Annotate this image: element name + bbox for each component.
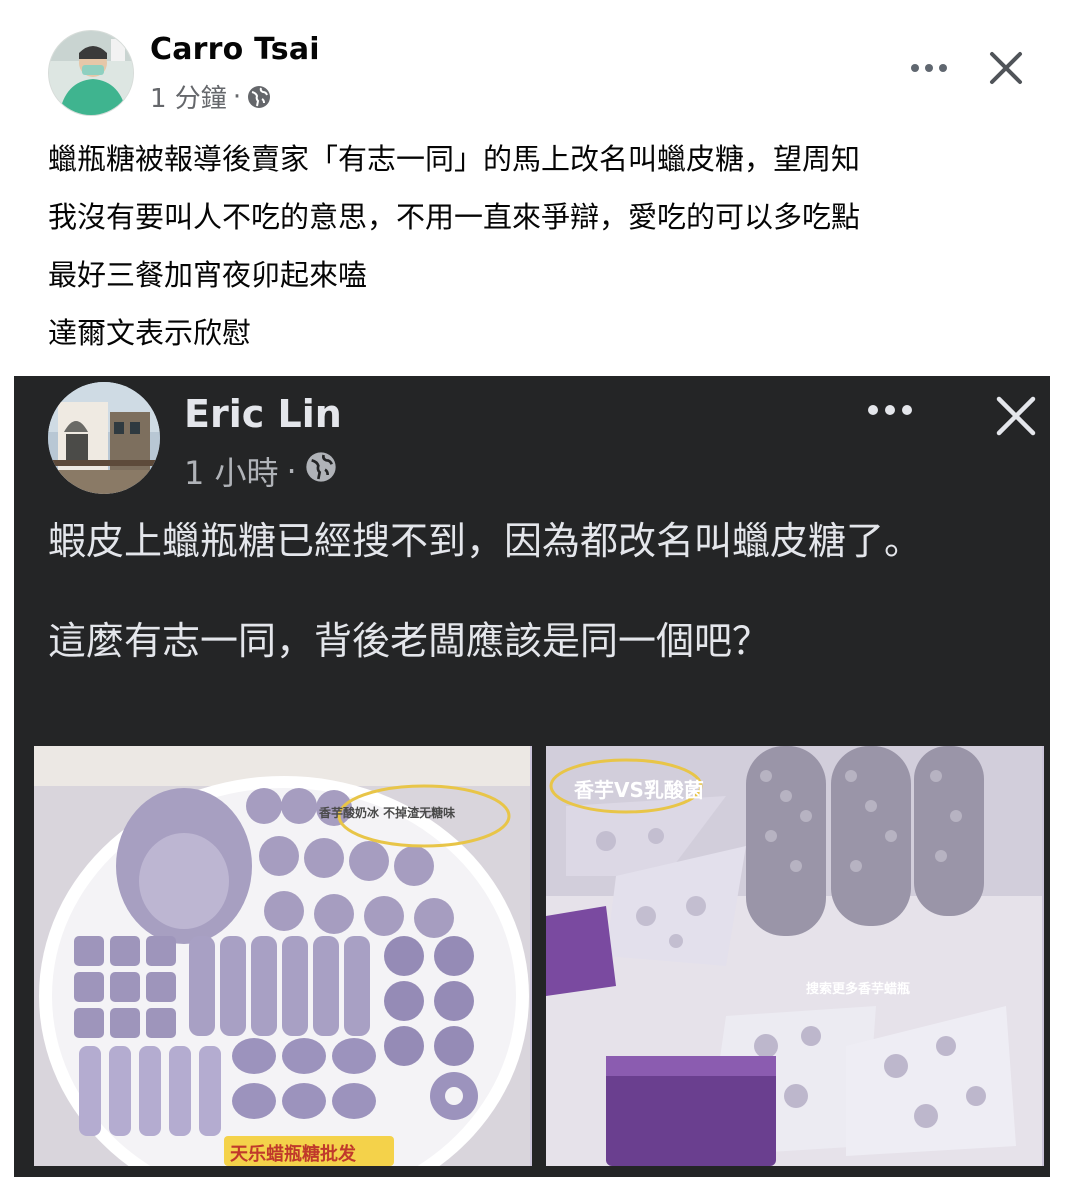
post-header: Carro Tsai 1 分鐘 ·	[0, 0, 1080, 120]
shared-close-button[interactable]	[988, 388, 1044, 444]
shared-photos[interactable]: 香芋酸奶冰 不掉渣无糖味 天乐蜡瓶糖批发 香芋VS乳酸菌 搜索更多香芋蜡瓶	[34, 746, 1044, 1166]
photo-caption: 天乐蜡瓶糖批发	[230, 1144, 356, 1165]
more-options-icon	[868, 405, 912, 415]
shared-text-para: 這麼有志一同，背後老闆應該是同一個吧？	[48, 619, 771, 663]
globe-icon	[247, 85, 271, 109]
author-avatar[interactable]	[48, 30, 134, 116]
photo-caption: 香芋VS乳酸菌	[574, 778, 704, 802]
close-icon	[996, 396, 1036, 436]
post-line: 達爾文表示欣慰	[48, 316, 252, 350]
more-options-icon	[911, 64, 947, 72]
shared-author-name[interactable]: Eric Lin	[184, 392, 342, 436]
shared-author-avatar[interactable]	[48, 382, 160, 494]
shared-post-time[interactable]: 1 小時	[184, 448, 279, 494]
shared-post-text: 蝦皮上蠟瓶糖已經搜不到，因為都改名叫蠟皮糖了。 這麼有志一同，背後老闆應該是同一…	[48, 516, 1008, 666]
shared-post[interactable]: Eric Lin 1 小時 · 蝦皮上蠟瓶糖已經搜不到，因為都改名叫蠟皮糖了。 …	[14, 376, 1050, 1177]
author-name[interactable]: Carro Tsai	[150, 32, 320, 67]
post-text: 蠟瓶糖被報導後賣家「有志一同」的馬上改名叫蠟皮糖，望周知 我沒有要叫人不吃的意思…	[48, 130, 1048, 362]
photo-caption: 香芋酸奶冰 不掉渣无糖味	[319, 806, 456, 820]
post-line: 蠟瓶糖被報導後賣家「有志一同」的馬上改名叫蠟皮糖，望周知	[48, 142, 861, 176]
globe-icon	[305, 451, 337, 491]
shared-more-options-button[interactable]	[862, 392, 918, 428]
photo-caption: 搜索更多香芋蜡瓶	[806, 982, 911, 997]
post-line: 我沒有要叫人不吃的意思，不用一直來爭辯，愛吃的可以多吃點	[48, 200, 861, 234]
post-line: 最好三餐加宵夜卯起來嗑	[48, 258, 368, 292]
meta-separator: ·	[286, 452, 297, 490]
post-time[interactable]: 1 分鐘	[150, 78, 227, 115]
close-button[interactable]	[982, 44, 1030, 92]
more-options-button[interactable]	[905, 50, 953, 86]
meta-separator: ·	[232, 81, 242, 112]
shared-text-para: 蝦皮上蠟瓶糖已經搜不到，因為都改名叫蠟皮糖了。	[48, 519, 923, 563]
post-meta: 1 分鐘 ·	[150, 78, 271, 115]
photo-candy-tray[interactable]: 香芋酸奶冰 不掉渣无糖味 天乐蜡瓶糖批发	[34, 746, 532, 1166]
photo-cheese-corn[interactable]: 香芋VS乳酸菌 搜索更多香芋蜡瓶	[546, 746, 1044, 1166]
shared-post-meta: 1 小時 ·	[184, 448, 337, 494]
close-icon	[990, 52, 1022, 84]
